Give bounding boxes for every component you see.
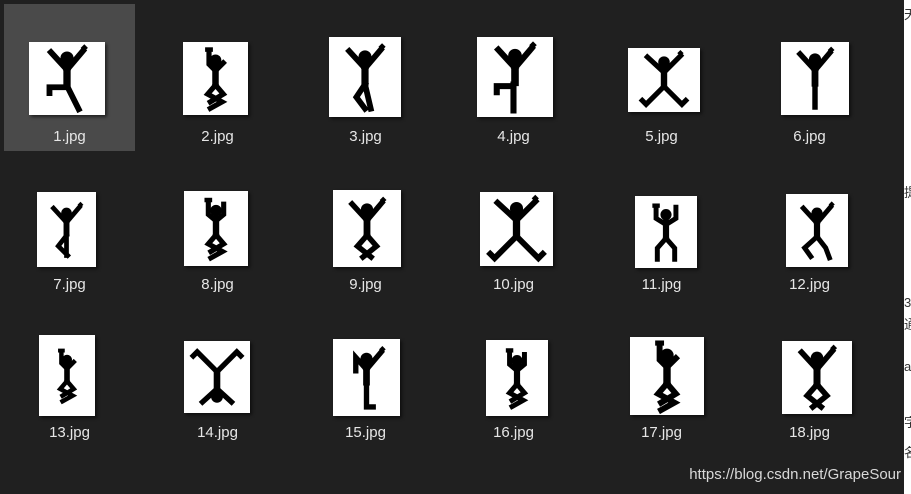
stick-figure-image-icon <box>37 192 96 267</box>
file-name-label: 6.jpg <box>793 128 826 145</box>
stick-figure-image-icon <box>184 341 250 413</box>
stick-figure-image-icon <box>183 42 248 115</box>
file-item[interactable]: 16.jpg <box>448 300 579 447</box>
file-item[interactable]: 18.jpg <box>744 300 875 447</box>
stick-figure-image-icon <box>786 194 848 267</box>
edge-text-fragment: 名 <box>904 446 911 460</box>
file-item[interactable]: 15.jpg <box>300 300 431 447</box>
file-name-label: 7.jpg <box>53 276 86 293</box>
file-item[interactable]: 5.jpg <box>596 4 727 151</box>
edge-text-fragment: 通 <box>904 318 911 332</box>
file-name-label: 10.jpg <box>493 276 534 293</box>
file-name-label: 4.jpg <box>497 128 530 145</box>
file-name-label: 16.jpg <box>493 424 534 441</box>
stick-figure-image-icon <box>477 37 553 117</box>
stick-figure-image-icon <box>480 192 553 266</box>
file-item[interactable]: 9.jpg <box>300 152 431 299</box>
file-item[interactable]: 4.jpg <box>448 4 579 151</box>
file-item[interactable]: 1.jpg <box>4 4 135 151</box>
file-name-label: 15.jpg <box>345 424 386 441</box>
edge-text-fragment: 天 <box>904 8 911 22</box>
edge-text-fragment: a <box>904 360 911 374</box>
file-name-label: 11.jpg <box>641 276 682 293</box>
background-window-edge: 天提 3 通 a 字名 <box>904 0 911 494</box>
stick-figure-image-icon <box>635 196 697 268</box>
stick-figure-image-icon <box>333 339 400 416</box>
file-item[interactable]: 2.jpg <box>152 4 283 151</box>
file-grid: 1.jpg 2.jpg 3.jpg 4.jpg 5.jpg 6.jpg 7.jpg 8.jpg… <box>0 0 911 494</box>
file-item[interactable]: 17.jpg <box>596 300 727 447</box>
file-name-label: 2.jpg <box>201 128 234 145</box>
stick-figure-image-icon <box>29 42 105 115</box>
stick-figure-image-icon <box>329 37 401 117</box>
file-name-label: 1.jpg <box>53 128 86 145</box>
edge-text-fragment: 3 <box>904 296 911 310</box>
edge-text-fragment: 字 <box>904 416 911 430</box>
file-item[interactable]: 3.jpg <box>300 4 431 151</box>
watermark: https://blog.csdn.net/GrapeSour <box>689 466 901 483</box>
file-item[interactable]: 14.jpg <box>152 300 283 447</box>
file-item[interactable]: 12.jpg <box>744 152 875 299</box>
file-name-label: 14.jpg <box>197 424 238 441</box>
stick-figure-image-icon <box>630 337 704 415</box>
file-item[interactable]: 8.jpg <box>152 152 283 299</box>
file-item[interactable]: 7.jpg <box>4 152 135 299</box>
edge-text-fragment: 提 <box>904 186 911 200</box>
file-name-label: 13.jpg <box>49 424 90 441</box>
file-item[interactable]: 11.jpg <box>596 152 727 299</box>
file-name-label: 18.jpg <box>789 424 830 441</box>
file-item[interactable]: 6.jpg <box>744 4 875 151</box>
stick-figure-image-icon <box>628 48 700 112</box>
stick-figure-image-icon <box>486 340 548 416</box>
file-name-label: 17.jpg <box>641 424 682 441</box>
stick-figure-image-icon <box>39 335 95 416</box>
file-name-label: 3.jpg <box>349 128 382 145</box>
file-name-label: 12.jpg <box>789 276 830 293</box>
stick-figure-image-icon <box>184 191 248 266</box>
file-item[interactable]: 10.jpg <box>448 152 579 299</box>
stick-figure-image-icon <box>782 341 852 414</box>
file-name-label: 9.jpg <box>349 276 382 293</box>
file-item[interactable]: 13.jpg <box>4 300 135 447</box>
stick-figure-image-icon <box>781 42 849 115</box>
stick-figure-image-icon <box>333 190 401 267</box>
file-name-label: 5.jpg <box>645 128 678 145</box>
file-name-label: 8.jpg <box>201 276 234 293</box>
